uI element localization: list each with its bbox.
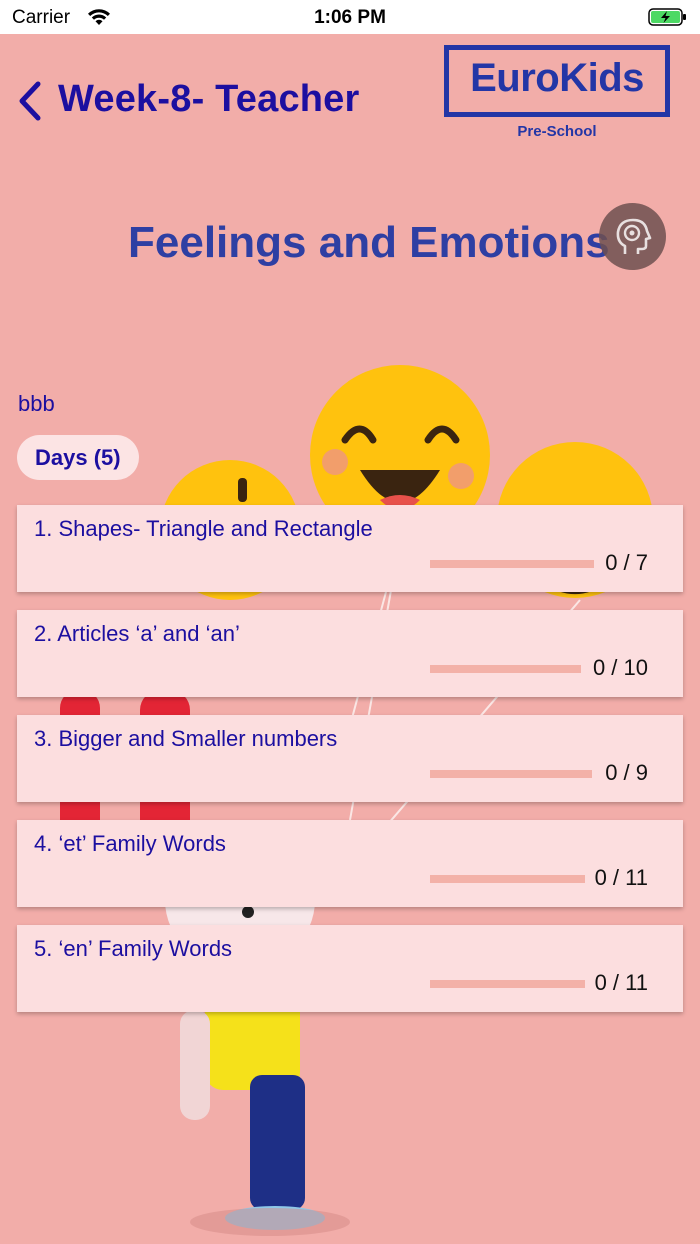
eurokids-logo: EuroKids	[444, 45, 670, 117]
back-button[interactable]	[16, 80, 42, 122]
chevron-left-icon	[19, 81, 41, 121]
battery-charging-icon	[648, 7, 688, 27]
logo-subtitle: Pre-School	[517, 123, 597, 140]
progress-bar	[430, 665, 581, 673]
progress-count: 0 / 11	[594, 865, 648, 890]
day-card-1[interactable]: 1. Shapes- Triangle and Rectangle 0 / 7	[17, 505, 683, 592]
mind-button[interactable]	[599, 203, 666, 270]
progress-bar	[430, 875, 585, 883]
page-title: Week-8- Teacher	[58, 78, 360, 120]
day-card-3[interactable]: 3. Bigger and Smaller numbers 0 / 9	[17, 715, 683, 802]
progress-count: 0 / 10	[592, 655, 648, 680]
day-title: 5. ‘en’ Family Words	[34, 936, 233, 961]
logo-text: EuroKids	[470, 56, 644, 100]
subtitle-text: bbb	[18, 391, 55, 416]
day-title: 4. ‘et’ Family Words	[34, 831, 226, 856]
day-list: 1. Shapes- Triangle and Rectangle 0 / 7 …	[17, 505, 683, 1030]
day-title: 2. Articles ‘a’ and ‘an’	[34, 621, 240, 646]
progress-bar	[430, 770, 592, 778]
banner-title: Feelings and Emotions	[128, 218, 610, 267]
progress-bar	[430, 980, 585, 988]
day-title: 3. Bigger and Smaller numbers	[34, 726, 338, 751]
clock-label: 1:06 PM	[314, 7, 386, 28]
progress-bar	[430, 560, 594, 568]
day-card-2[interactable]: 2. Articles ‘a’ and ‘an’ 0 / 10	[17, 610, 683, 697]
progress-count: 0 / 11	[594, 970, 648, 995]
day-card-4[interactable]: 4. ‘et’ Family Words 0 / 11	[17, 820, 683, 907]
status-bar: Carrier 1:06 PM	[0, 0, 700, 34]
progress-count: 0 / 7	[605, 550, 648, 575]
days-count-badge: Days (5)	[17, 435, 139, 480]
day-card-5[interactable]: 5. ‘en’ Family Words 0 / 11	[17, 925, 683, 1012]
head-mind-icon	[616, 218, 651, 254]
day-title: 1. Shapes- Triangle and Rectangle	[34, 516, 373, 541]
progress-count: 0 / 9	[605, 760, 648, 785]
